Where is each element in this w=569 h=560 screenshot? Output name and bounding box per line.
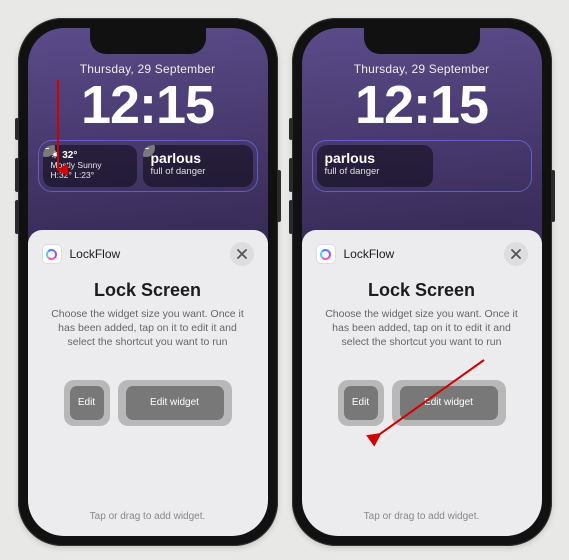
app-icon: [316, 244, 336, 264]
lockscreen-date[interactable]: Thursday, 29 September: [28, 62, 268, 76]
word-subtitle: full of danger: [325, 166, 425, 177]
notch: [364, 28, 480, 54]
word-title: parlous: [151, 150, 245, 166]
close-button[interactable]: [230, 242, 254, 266]
app-icon: [42, 244, 62, 264]
close-button[interactable]: [504, 242, 528, 266]
sheet-description: Choose the widget size you want. Once it…: [316, 307, 528, 350]
lockscreen-time[interactable]: 12:15: [302, 78, 542, 132]
mute-switch: [15, 118, 19, 140]
screen: Thursday, 29 September 12:15 parlous ful…: [302, 28, 542, 536]
sheet-hint: Tap or drag to add widget.: [316, 511, 528, 522]
close-icon: [237, 249, 247, 259]
volume-down-button: [15, 200, 19, 234]
widget-gallery-sheet: LockFlow Lock Screen Choose the widget s…: [302, 230, 542, 536]
empty-widget-slot[interactable]: [439, 145, 527, 187]
widget-preview-large[interactable]: Edit widget: [392, 380, 506, 426]
word-widget[interactable]: parlous full of danger: [317, 145, 433, 187]
word-subtitle: full of danger: [151, 166, 245, 177]
widget-preview-large[interactable]: Edit widget: [118, 380, 232, 426]
volume-down-button: [289, 200, 293, 234]
close-icon: [511, 249, 521, 259]
word-title: parlous: [325, 150, 425, 166]
notch: [90, 28, 206, 54]
preview-small-label: Edit: [70, 386, 104, 420]
volume-up-button: [289, 158, 293, 192]
power-button: [277, 170, 281, 222]
weather-widget[interactable]: − ☀ 32° Mostly Sunny H:32° L:23°: [43, 145, 137, 187]
preview-large-label: Edit widget: [400, 386, 498, 420]
widget-row[interactable]: parlous full of danger: [312, 140, 532, 192]
power-button: [551, 170, 555, 222]
volume-up-button: [15, 158, 19, 192]
phone-frame-right: Thursday, 29 September 12:15 parlous ful…: [292, 18, 552, 546]
lockscreen-date[interactable]: Thursday, 29 September: [302, 62, 542, 76]
preview-small-label: Edit: [344, 386, 378, 420]
lockscreen-time[interactable]: 12:15: [28, 78, 268, 132]
word-widget[interactable]: − parlous full of danger: [143, 145, 253, 187]
app-name: LockFlow: [344, 247, 395, 261]
app-name: LockFlow: [70, 247, 121, 261]
widget-preview-small[interactable]: Edit: [64, 380, 110, 426]
sheet-title: Lock Screen: [316, 280, 528, 301]
widget-preview-small[interactable]: Edit: [338, 380, 384, 426]
sheet-hint: Tap or drag to add widget.: [42, 511, 254, 522]
mute-switch: [289, 118, 293, 140]
widget-row[interactable]: − ☀ 32° Mostly Sunny H:32° L:23° − parlo…: [38, 140, 258, 192]
sheet-title: Lock Screen: [42, 280, 254, 301]
phone-frame-left: Thursday, 29 September 12:15 − ☀ 32° Mos…: [18, 18, 278, 546]
sheet-description: Choose the widget size you want. Once it…: [42, 307, 254, 350]
preview-large-label: Edit widget: [126, 386, 224, 420]
weather-hilo: H:32° L:23°: [51, 171, 129, 181]
screen: Thursday, 29 September 12:15 − ☀ 32° Mos…: [28, 28, 268, 536]
widget-gallery-sheet: LockFlow Lock Screen Choose the widget s…: [28, 230, 268, 536]
